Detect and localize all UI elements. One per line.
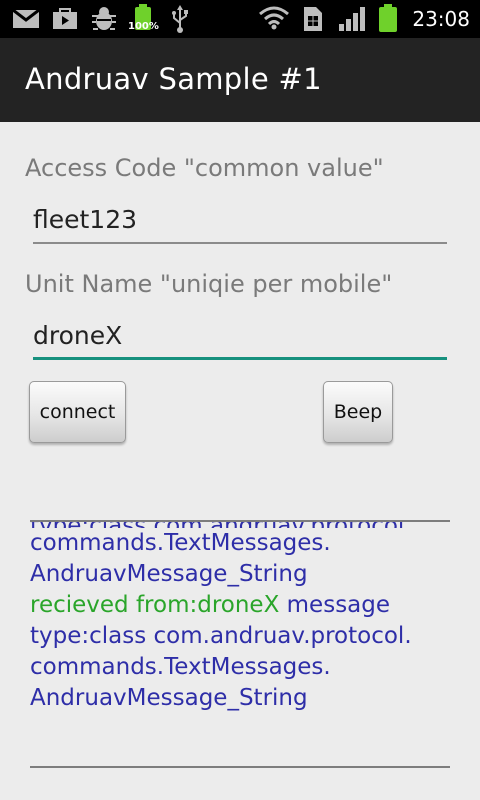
access-code-value: fleet123	[33, 205, 138, 234]
android-debug-icon	[92, 7, 116, 30]
access-code-field[interactable]: fleet123	[33, 200, 447, 244]
access-code-label: Access Code "common value"	[25, 154, 384, 182]
unit-name-field[interactable]: droneX	[33, 316, 447, 360]
play-store-icon	[53, 8, 77, 29]
status-bar: 100% 23:08	[0, 0, 480, 38]
log-line: commands.TextMessages.	[30, 654, 331, 680]
log-text: type:class com.andruav.protocol. command…	[30, 522, 450, 714]
sim-card-icon	[304, 7, 322, 31]
message-log[interactable]: type:class com.andruav.protocol. command…	[30, 520, 450, 768]
battery-icon	[379, 4, 397, 32]
title-bar: Andruav Sample #1	[0, 38, 480, 122]
log-message-word: message	[279, 592, 391, 618]
usb-icon	[172, 5, 188, 33]
battery-percent-label: 100%	[128, 21, 159, 32]
log-line: recieved from:droneX message	[30, 590, 450, 621]
unit-name-value: droneX	[33, 321, 123, 350]
log-line: type:class com.andruav.protocol.	[30, 623, 412, 649]
log-line-partial: type:class com.andruav.protocol.	[30, 522, 450, 528]
log-line: AndruavMessage_String	[30, 685, 308, 711]
log-line: commands.TextMessages.	[30, 530, 331, 556]
app-title: Andruav Sample #1	[25, 62, 322, 96]
connect-button[interactable]: connect	[29, 381, 126, 443]
clock: 23:08	[412, 7, 470, 31]
beep-button[interactable]: Beep	[323, 381, 393, 443]
log-line: AndruavMessage_String	[30, 561, 308, 587]
signal-bars-icon	[339, 7, 365, 31]
unit-name-label: Unit Name "uniqie per mobile"	[25, 270, 393, 298]
wifi-icon	[259, 6, 289, 30]
gmail-icon	[12, 9, 40, 28]
received-from-text: recieved from:droneX	[30, 592, 280, 618]
